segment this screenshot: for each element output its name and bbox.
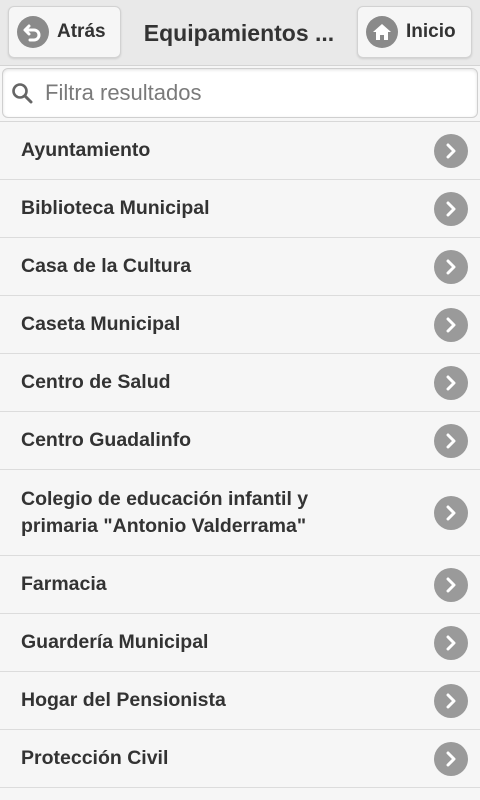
chevron-right-icon [434, 307, 468, 342]
chevron-right-icon [434, 365, 468, 400]
chevron-right-icon [434, 741, 468, 776]
back-button[interactable]: Atrás [8, 6, 121, 58]
list-item[interactable]: Protección Civil [0, 730, 480, 788]
chevron-right-icon [434, 625, 468, 660]
chevron-right-icon [434, 133, 468, 168]
chevron-right-icon [434, 423, 468, 458]
chevron-right-icon [434, 249, 468, 284]
list-item[interactable]: Farmacia [0, 556, 480, 614]
equipment-list: Ayuntamiento Biblioteca Municipal Casa d… [0, 122, 480, 788]
search-bar [0, 66, 480, 122]
chevron-right-icon [434, 683, 468, 718]
list-item[interactable]: Hogar del Pensionista [0, 672, 480, 730]
page-title: Equipamientos ... [143, 19, 335, 46]
list-item-label: Ayuntamiento [21, 139, 151, 161]
list-item[interactable]: Centro de Salud [0, 354, 480, 412]
list-item-label: Guardería Municipal [21, 631, 209, 653]
home-icon [366, 16, 398, 48]
back-button-label: Atrás [57, 21, 106, 42]
undo-arrow-icon [17, 16, 49, 48]
list-item[interactable]: Casa de la Cultura [0, 238, 480, 296]
list-item[interactable]: Biblioteca Municipal [0, 180, 480, 238]
list-item-label: Casa de la Cultura [21, 255, 192, 277]
list-item-label: Farmacia [21, 573, 107, 595]
list-item-label: Hogar del Pensionista [21, 689, 226, 711]
list-item[interactable]: Ayuntamiento [0, 122, 480, 180]
search-input[interactable] [45, 80, 477, 106]
search-icon [12, 83, 33, 104]
list-item-label: Colegio de educación infantil y primaria… [21, 487, 309, 537]
chevron-right-icon [434, 567, 468, 602]
home-button-label: Inicio [406, 21, 456, 42]
home-button[interactable]: Inicio [357, 6, 472, 58]
search-box[interactable] [2, 68, 478, 118]
list-item[interactable]: Colegio de educación infantil y primaria… [0, 470, 480, 556]
list-item-label: Centro de Salud [21, 371, 171, 393]
list-item-label: Centro Guadalinfo [21, 429, 192, 451]
chevron-right-icon [434, 495, 468, 530]
list-item-label: Caseta Municipal [21, 313, 181, 335]
list-item[interactable]: Guardería Municipal [0, 614, 480, 672]
app-header: Atrás Equipamientos ... Inicio [0, 0, 480, 66]
list-item[interactable]: Caseta Municipal [0, 296, 480, 354]
list-item-label: Protección Civil [21, 747, 169, 769]
list-item-label: Biblioteca Municipal [21, 197, 210, 219]
chevron-right-icon [434, 191, 468, 226]
list-item[interactable]: Centro Guadalinfo [0, 412, 480, 470]
